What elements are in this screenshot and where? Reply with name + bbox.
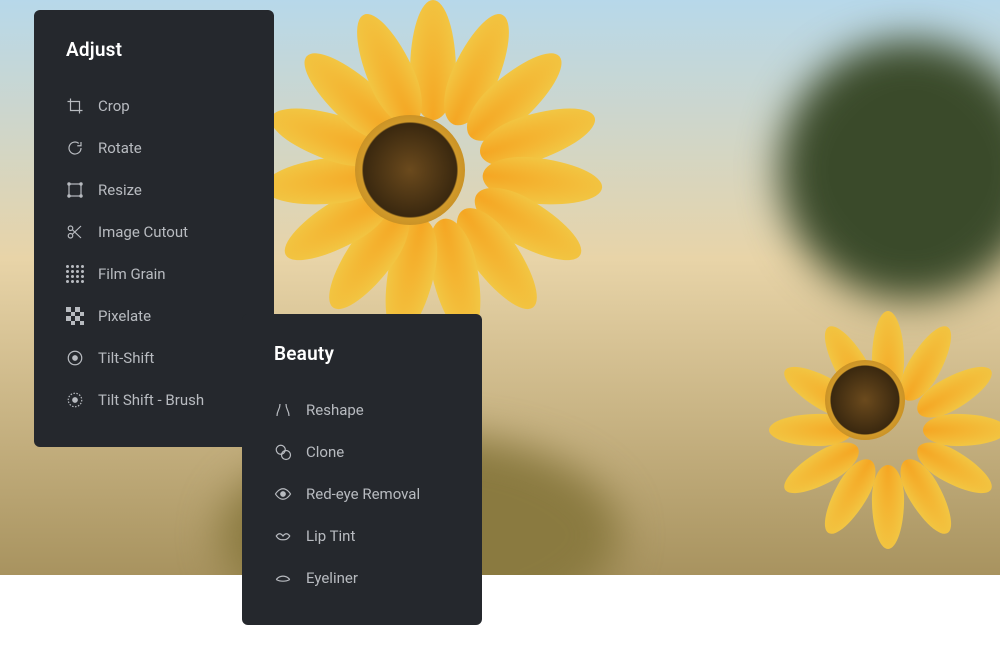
tool-red-eye-removal[interactable]: Red-eye Removal bbox=[274, 473, 450, 515]
tool-reshape[interactable]: Reshape bbox=[274, 389, 450, 431]
tool-rotate[interactable]: Rotate bbox=[66, 127, 242, 169]
photo-sunflower-small bbox=[765, 300, 965, 500]
tool-label: Resize bbox=[98, 181, 142, 199]
pixelate-icon bbox=[66, 307, 84, 325]
tilt-shift-icon bbox=[66, 349, 84, 367]
tool-image-cutout[interactable]: Image Cutout bbox=[66, 211, 242, 253]
tool-lip-tint[interactable]: Lip Tint bbox=[274, 515, 450, 557]
tool-label: Eyeliner bbox=[306, 569, 358, 587]
tool-label: Clone bbox=[306, 443, 344, 461]
tool-label: Red-eye Removal bbox=[306, 485, 420, 503]
reshape-icon bbox=[274, 401, 292, 419]
resize-icon bbox=[66, 181, 84, 199]
tool-tilt-shift[interactable]: Tilt-Shift bbox=[66, 337, 242, 379]
tool-label: Reshape bbox=[306, 401, 364, 419]
photo-sunflower-large bbox=[280, 40, 540, 300]
tool-label: Image Cutout bbox=[98, 223, 188, 241]
clone-icon bbox=[274, 443, 292, 461]
scissors-icon bbox=[66, 223, 84, 241]
tool-label: Film Grain bbox=[98, 265, 166, 283]
tool-label: Lip Tint bbox=[306, 527, 355, 545]
tool-resize[interactable]: Resize bbox=[66, 169, 242, 211]
lips-icon bbox=[274, 527, 292, 545]
adjust-panel-title: Adjust bbox=[66, 38, 242, 61]
tool-tilt-shift-brush[interactable]: Tilt Shift - Brush bbox=[66, 379, 242, 421]
beauty-panel-title: Beauty bbox=[274, 342, 450, 365]
tool-film-grain[interactable]: Film Grain bbox=[66, 253, 242, 295]
tool-label: Pixelate bbox=[98, 307, 151, 325]
crop-icon bbox=[66, 97, 84, 115]
adjust-panel: Adjust Crop Rotate Resize Image Cutout F… bbox=[34, 10, 274, 447]
tool-label: Rotate bbox=[98, 139, 142, 157]
tool-label: Tilt Shift - Brush bbox=[98, 391, 204, 409]
tilt-shift-brush-icon bbox=[66, 391, 84, 409]
tool-pixelate[interactable]: Pixelate bbox=[66, 295, 242, 337]
rotate-icon bbox=[66, 139, 84, 157]
tool-crop[interactable]: Crop bbox=[66, 85, 242, 127]
tool-label: Tilt-Shift bbox=[98, 349, 154, 367]
eyeliner-icon bbox=[274, 569, 292, 587]
grain-icon bbox=[66, 265, 84, 283]
tool-clone[interactable]: Clone bbox=[274, 431, 450, 473]
redeye-icon bbox=[274, 485, 292, 503]
tool-label: Crop bbox=[98, 97, 130, 115]
tool-eyeliner[interactable]: Eyeliner bbox=[274, 557, 450, 599]
beauty-panel: Beauty Reshape Clone Red-eye Removal Lip… bbox=[242, 314, 482, 625]
